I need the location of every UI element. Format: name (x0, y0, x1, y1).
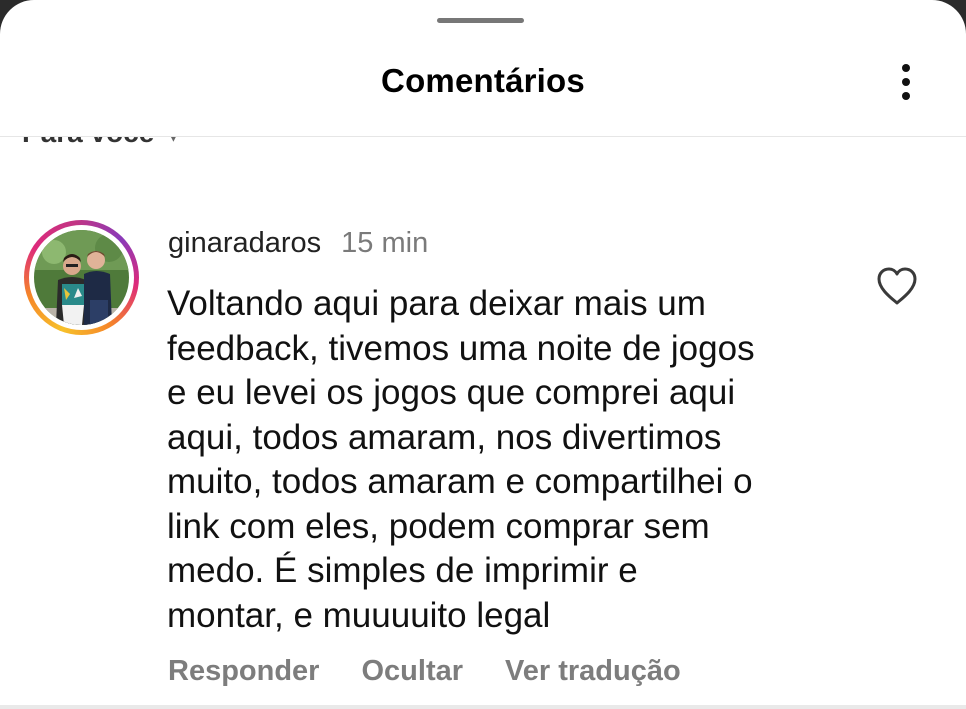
more-options-button[interactable] (888, 58, 924, 106)
avatar[interactable] (34, 230, 129, 325)
more-vertical-icon (902, 64, 910, 72)
more-vertical-icon-dot (902, 78, 910, 86)
like-button[interactable] (874, 264, 920, 308)
comment-actions: Responder Ocultar Ver tradução (168, 655, 681, 688)
hide-button[interactable]: Ocultar (361, 655, 463, 688)
sort-filter[interactable]: Para você ▾ (0, 137, 966, 147)
comments-header: Comentários (0, 40, 966, 137)
sort-filter-label-wrap: Para você ▾ (22, 137, 178, 147)
avatar-border (29, 225, 134, 330)
page-title: Comentários (381, 62, 585, 99)
bottom-divider (0, 705, 966, 709)
comment-timestamp: 15 min (341, 227, 429, 259)
comment-username[interactable]: ginaradaros (168, 227, 321, 259)
chevron-down-icon: ▾ (168, 137, 178, 147)
comment-header: ginaradaros 15 min (168, 227, 428, 260)
see-translation-button[interactable]: Ver tradução (505, 655, 681, 688)
drag-handle[interactable] (437, 18, 524, 23)
heart-outline-icon (877, 267, 917, 305)
sort-filter-label: Para você (22, 137, 154, 147)
story-ring[interactable] (24, 220, 139, 335)
more-vertical-icon-dot (902, 92, 910, 100)
avatar-photo (34, 230, 129, 325)
comments-sheet: Comentários Para você ▾ (0, 0, 966, 709)
reply-button[interactable]: Responder (168, 655, 319, 688)
comment-text: Voltando aqui para deixar mais um feedba… (167, 284, 755, 635)
